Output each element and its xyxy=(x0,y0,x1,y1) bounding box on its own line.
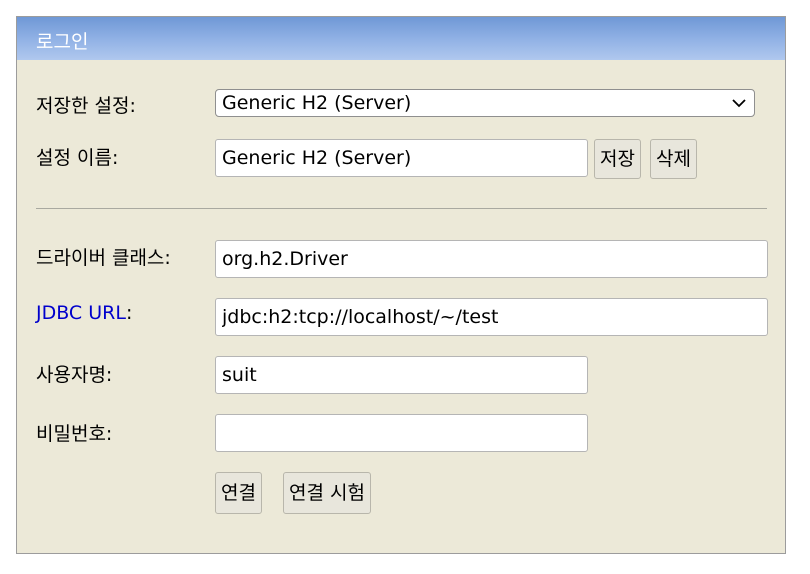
jdbc-url-link[interactable]: JDBC URL xyxy=(36,302,126,324)
panel-title: 로그인 xyxy=(36,31,89,53)
driver-class-input[interactable] xyxy=(215,240,768,278)
saved-settings-value: Generic H2 (Server) xyxy=(222,92,412,114)
driver-class-label: 드라이버 클래스: xyxy=(36,247,171,269)
panel-header: 로그인 xyxy=(17,17,785,60)
jdbc-url-colon: : xyxy=(125,302,133,324)
username-label: 사용자명: xyxy=(36,364,113,386)
login-panel: 로그인 저장한 설정: Generic H2 (Server) 설정 이름: 저… xyxy=(16,16,786,554)
chevron-down-icon xyxy=(732,99,746,108)
password-label: 비밀번호: xyxy=(36,423,113,445)
username-input[interactable] xyxy=(215,356,588,394)
password-input[interactable] xyxy=(215,414,588,452)
saved-settings-label: 저장한 설정: xyxy=(36,95,136,117)
jdbc-url-label: JDBC URL: xyxy=(36,302,132,324)
saved-settings-select[interactable]: Generic H2 (Server) xyxy=(215,89,755,117)
setting-name-input[interactable] xyxy=(215,139,588,177)
jdbc-url-input[interactable] xyxy=(215,298,768,336)
save-button[interactable]: 저장 xyxy=(594,139,641,179)
connect-button[interactable]: 연결 xyxy=(215,472,262,514)
delete-button[interactable]: 삭제 xyxy=(650,139,697,179)
test-connection-button[interactable]: 연결 시험 xyxy=(283,472,371,514)
section-divider xyxy=(36,208,767,209)
setting-name-label: 설정 이름: xyxy=(36,147,119,169)
